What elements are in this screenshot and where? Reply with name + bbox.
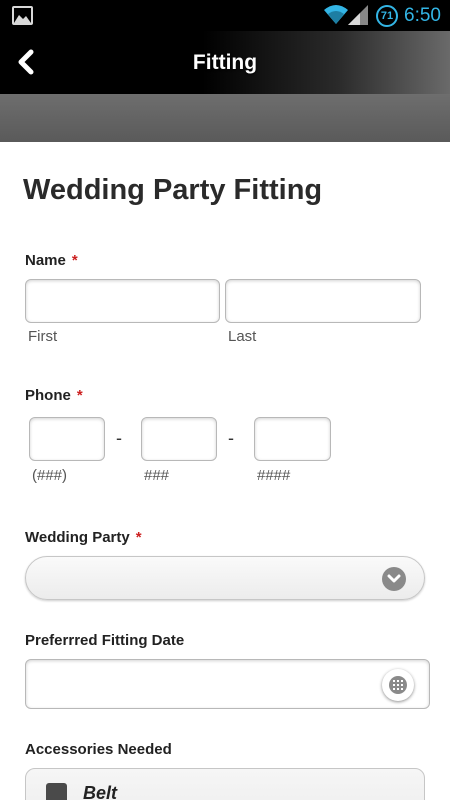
accessories-label: Accessories Needed bbox=[25, 741, 172, 758]
wifi-icon bbox=[324, 4, 348, 29]
chevron-down-icon bbox=[382, 567, 406, 591]
calendar-button[interactable] bbox=[382, 669, 414, 701]
last-name-sublabel: Last bbox=[228, 328, 257, 345]
last-name-field[interactable] bbox=[225, 279, 421, 323]
status-bar: 71 6:50 bbox=[0, 0, 450, 31]
page-header-title: Fitting bbox=[192, 51, 258, 74]
header-band bbox=[0, 94, 450, 142]
first-name-field[interactable] bbox=[25, 279, 220, 323]
phone-label: Phone * bbox=[25, 387, 83, 404]
wedding-party-select[interactable] bbox=[25, 556, 425, 600]
wedding-party-label-text: Wedding Party bbox=[25, 529, 130, 546]
signal-icon bbox=[348, 5, 368, 30]
required-marker: * bbox=[76, 387, 83, 404]
calendar-grid-icon bbox=[389, 676, 407, 694]
phone-prefix-field[interactable] bbox=[141, 417, 217, 461]
phone-area-hint: (###) bbox=[32, 467, 68, 484]
required-marker: * bbox=[135, 529, 142, 546]
fitting-date-label: Preferrred Fitting Date bbox=[25, 632, 185, 649]
phone-line-field[interactable] bbox=[254, 417, 331, 461]
name-label: Name * bbox=[25, 252, 78, 269]
wedding-party-label: Wedding Party * bbox=[25, 529, 142, 546]
required-marker: * bbox=[71, 252, 78, 269]
clock: 6:50 bbox=[404, 5, 441, 26]
notification-badge-icon: 71 bbox=[376, 5, 398, 27]
picture-icon bbox=[12, 6, 33, 25]
first-name-sublabel: First bbox=[28, 328, 58, 345]
phone-separator: - bbox=[116, 428, 122, 448]
phone-prefix-hint: ### bbox=[144, 467, 170, 484]
name-label-text: Name bbox=[25, 252, 66, 269]
phone-line-hint: #### bbox=[257, 467, 291, 484]
phone-area-code-field[interactable] bbox=[29, 417, 105, 461]
belt-option-label[interactable]: Belt bbox=[83, 783, 117, 800]
phone-separator: - bbox=[228, 428, 234, 448]
fitting-date-field[interactable] bbox=[25, 659, 430, 709]
action-bar: Fitting bbox=[0, 31, 450, 94]
belt-checkbox[interactable] bbox=[46, 783, 67, 800]
phone-label-text: Phone bbox=[25, 387, 71, 404]
accessories-checkbox-group: Belt bbox=[25, 768, 425, 800]
form-title: Wedding Party Fitting bbox=[23, 174, 323, 206]
